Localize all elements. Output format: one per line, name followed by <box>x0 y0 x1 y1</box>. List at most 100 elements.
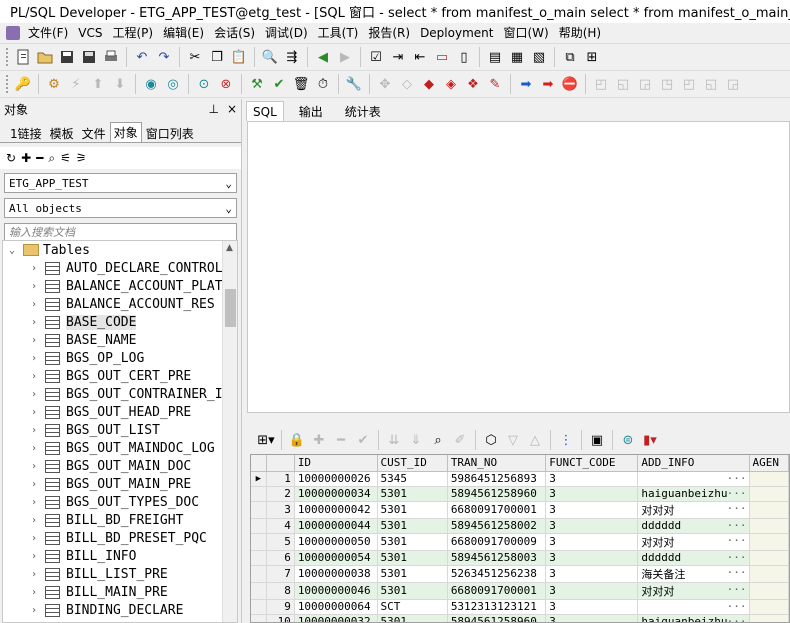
chevron-right-icon[interactable]: › <box>31 407 45 418</box>
table-row[interactable]: 3 10000000042 5301 6680091700001 3 对对对 ··· <box>251 501 789 519</box>
scroll-up-icon[interactable]: ▲ <box>226 243 233 253</box>
row-number[interactable]: 6 <box>266 550 295 566</box>
cell-cust-id[interactable]: 5301 <box>377 550 448 566</box>
tree-item-table[interactable]: › BGS_OUT_CONTRAINER_I <box>3 385 237 403</box>
sort-down-icon[interactable]: ▽ <box>504 431 522 449</box>
bookmark-clear-icon[interactable]: ✎ <box>486 75 504 93</box>
menu-vcs[interactable]: VCS <box>73 24 107 43</box>
cell-tran-no[interactable]: 5894561258003 <box>447 550 547 566</box>
cell-funct-code[interactable]: 3 <box>545 599 639 615</box>
delete-record-icon[interactable]: ━ <box>332 431 350 449</box>
bookmark-next-icon[interactable]: ❖ <box>464 75 482 93</box>
table-row[interactable]: 5 10000000050 5301 6680091700009 3 对对对 ··· <box>251 533 789 551</box>
chevron-right-icon[interactable]: › <box>31 299 45 310</box>
timer-icon[interactable]: ⏱ <box>314 75 332 93</box>
row-number[interactable]: 3 <box>266 501 295 519</box>
cell-id[interactable]: 10000000050 <box>294 533 378 551</box>
chevron-right-icon[interactable]: › <box>31 551 45 562</box>
row-indicator[interactable] <box>251 614 267 622</box>
tree-view-icon[interactable]: ⋮ <box>557 431 575 449</box>
menu-debug[interactable]: 调试(D) <box>260 24 313 43</box>
cell-funct-code[interactable]: 3 <box>545 614 639 622</box>
table-row[interactable]: 8 10000000046 5301 6680091700001 3 对对对 ··· <box>251 582 789 600</box>
row-number[interactable]: 4 <box>266 518 295 534</box>
cell-add-info[interactable]: 对对对 ··· <box>637 582 750 600</box>
cell-tran-no[interactable]: 5312313123121 <box>447 599 547 615</box>
explain-plan-icon[interactable]: ◉ <box>142 75 160 93</box>
cell-id[interactable]: 10000000032 <box>294 614 378 622</box>
cell-edit-button[interactable]: ··· <box>727 519 747 532</box>
table-row[interactable]: ▶ 1 10000000026 5345 5986451256893 3 ··· <box>251 471 789 487</box>
tab-sql[interactable]: SQL <box>246 101 284 121</box>
disabled-tool-icon[interactable]: ◰ <box>680 75 698 93</box>
chevron-right-icon[interactable]: › <box>31 317 45 328</box>
table-row[interactable]: 4 10000000044 5301 5894561258002 3 dddddd ··· <box>251 518 789 534</box>
menu-file[interactable]: 文件(F) <box>23 24 73 43</box>
menu-project[interactable]: 工程(P) <box>108 24 159 43</box>
window-list-icon[interactable]: ▤ <box>486 48 504 66</box>
row-number[interactable]: 2 <box>266 486 295 502</box>
open-icon[interactable] <box>36 48 54 66</box>
chart-icon[interactable]: ▮▾ <box>641 431 659 449</box>
cell-add-info[interactable]: dddddd ··· <box>637 518 750 534</box>
save-all-icon[interactable] <box>80 48 98 66</box>
tab-statistics[interactable]: 统计表 <box>338 101 388 121</box>
cell-id[interactable]: 10000000038 <box>294 565 378 583</box>
cell-add-info[interactable]: haiguanbeizhu ··· <box>637 614 750 623</box>
cascade-icon[interactable]: ▧ <box>530 48 548 66</box>
menu-tools[interactable]: 工具(T) <box>313 24 364 43</box>
tree-item-table[interactable]: › BGS_OUT_CERT_PRE <box>3 367 237 385</box>
row-number[interactable]: 9 <box>266 599 295 615</box>
remove-icon[interactable]: ━ <box>36 151 43 165</box>
unindent-icon[interactable]: ⇤ <box>411 48 429 66</box>
tab-objects[interactable]: 对象 <box>109 122 142 142</box>
disabled-tool-icon[interactable]: ◳ <box>658 75 676 93</box>
uncomment-icon[interactable]: ▯ <box>455 48 473 66</box>
cell-id[interactable]: 10000000064 <box>294 599 378 615</box>
grid-corner[interactable] <box>251 455 267 472</box>
break-icon[interactable]: ⚡ <box>67 75 85 93</box>
query-by-example-icon[interactable]: ⬡ <box>482 431 500 449</box>
go-back-icon[interactable]: ◀ <box>314 48 332 66</box>
wrench-icon[interactable]: 🔧 <box>345 75 363 93</box>
cell-tran-no[interactable]: 6680091700001 <box>447 582 547 600</box>
find-icon[interactable]: ⌕ <box>429 431 447 449</box>
chevron-right-icon[interactable]: › <box>31 515 45 526</box>
disabled-tool-icon[interactable]: ◱ <box>614 75 632 93</box>
row-number[interactable]: 10 <box>266 614 295 622</box>
cell-tran-no[interactable]: 6680091700001 <box>447 501 547 519</box>
save-icon[interactable] <box>58 48 76 66</box>
tree-item-table[interactable]: › BALANCE_ACCOUNT_PLAT <box>3 277 237 295</box>
filter-edit-icon[interactable]: ⚞ <box>76 151 87 165</box>
clear-icon[interactable]: 🗑 <box>292 75 310 93</box>
cell-add-info[interactable]: haiguanbeizhu ··· <box>637 486 750 502</box>
row-indicator[interactable] <box>251 599 267 615</box>
cell-add-info[interactable]: 对对对 ··· <box>637 501 750 519</box>
cut-icon[interactable]: ✂ <box>186 48 204 66</box>
cell-cust-id[interactable]: 5301 <box>377 582 448 600</box>
disabled-tool-icon[interactable]: ◰ <box>592 75 610 93</box>
cell-edit-button[interactable]: ··· <box>727 615 747 623</box>
cell-funct-code[interactable]: 3 <box>545 486 639 502</box>
execute-icon[interactable]: ◎ <box>164 75 182 93</box>
row-indicator[interactable] <box>251 565 267 583</box>
rollback-icon[interactable]: ⬇ <box>111 75 129 93</box>
cell-id[interactable]: 10000000046 <box>294 582 378 600</box>
column-header-agen[interactable]: AGEN <box>749 455 789 472</box>
user-combo[interactable]: ETG_APP_TEST ⌄ <box>4 173 237 193</box>
tree-item-table[interactable]: › BILL_MAIN_PRE <box>3 583 237 601</box>
cell-id[interactable]: 10000000054 <box>294 550 378 566</box>
row-indicator[interactable] <box>251 533 267 551</box>
cell-agen[interactable] <box>749 582 789 600</box>
tree-item-table[interactable]: › BASE_CODE <box>3 313 237 331</box>
cell-agen[interactable] <box>749 599 789 615</box>
tree-item-table[interactable]: › BINDING_DECLARE <box>3 601 237 619</box>
cell-funct-code[interactable]: 3 <box>545 518 639 534</box>
chevron-right-icon[interactable]: › <box>31 389 45 400</box>
tree-item-table[interactable]: › BGS_OUT_HEAD_PRE <box>3 403 237 421</box>
debug-icon[interactable]: ⚒ <box>248 75 266 93</box>
pin-icon[interactable]: ✥ <box>376 75 394 93</box>
chevron-right-icon[interactable]: › <box>31 497 45 508</box>
chevron-right-icon[interactable]: › <box>31 371 45 382</box>
cell-edit-button[interactable]: ··· <box>727 600 747 613</box>
